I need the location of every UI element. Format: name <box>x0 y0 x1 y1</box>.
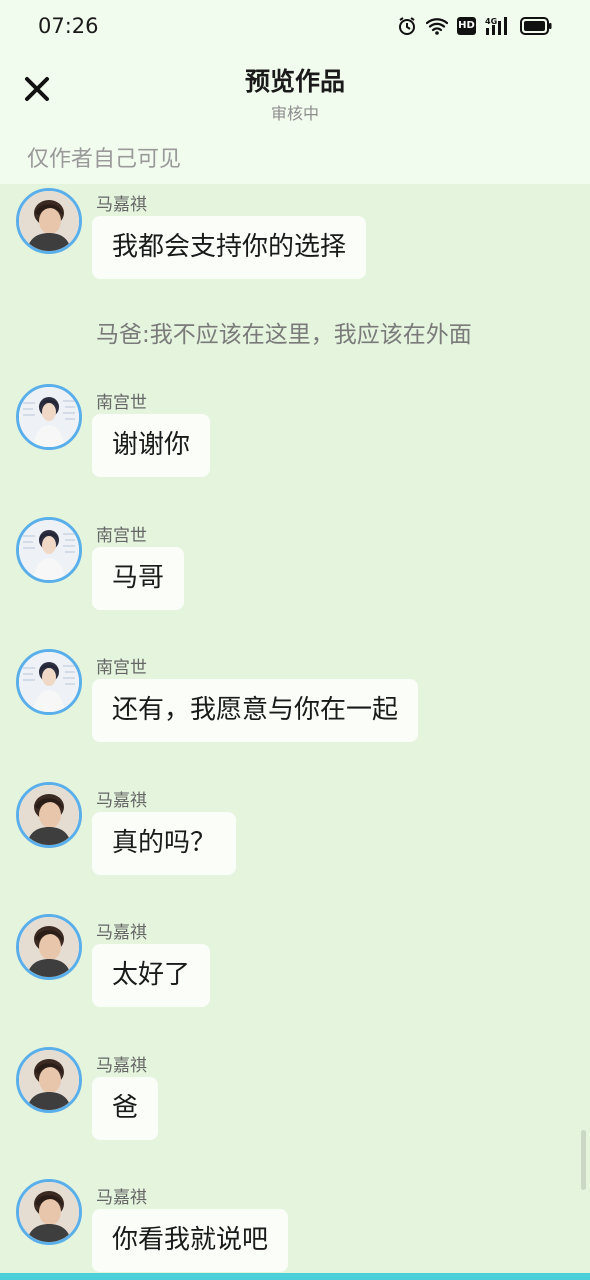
message-bubble[interactable]: 真的吗？ <box>92 812 237 875</box>
bottom-strip <box>0 1273 590 1280</box>
visibility-note: 仅作者自己可见 <box>27 147 182 172</box>
sender-name: 南宫世 <box>96 393 147 413</box>
sender-name: 马嘉祺 <box>96 1188 147 1208</box>
page-title: 预览作品 <box>244 67 345 96</box>
sender-name: 马嘉祺 <box>96 1056 147 1076</box>
chat-list[interactable]: 马嘉祺 我都会支持你的选择 马爸:我不应该在这里，我应该在外面 南宫世 谢谢你 … <box>0 184 590 1280</box>
list-item: 南宫世 还有，我愿意与你在一起 <box>0 647 590 747</box>
alarm-icon <box>397 16 417 36</box>
avatar[interactable] <box>16 649 82 715</box>
status-time: 07:26 <box>38 14 99 38</box>
list-item: 马嘉祺 爸 <box>0 1045 590 1145</box>
message-bubble[interactable]: 你看我就说吧 <box>92 1209 289 1272</box>
narration-item: 马爸:我不应该在这里，我应该在外面 <box>0 184 590 364</box>
list-item: 南宫世 谢谢你 <box>0 382 590 482</box>
avatar[interactable] <box>16 1047 82 1113</box>
status-bar: 07:26 HD 4G <box>0 0 590 52</box>
avatar[interactable] <box>16 517 82 583</box>
avatar[interactable] <box>16 384 82 450</box>
status-icons: HD 4G <box>397 14 552 38</box>
sender-name: 马嘉祺 <box>96 791 147 811</box>
hd-icon: HD <box>457 17 476 35</box>
avatar[interactable] <box>16 914 82 980</box>
sender-name: 南宫世 <box>96 526 147 546</box>
sender-name: 马嘉祺 <box>96 923 147 943</box>
list-item: 马嘉祺 太好了 <box>0 912 590 1012</box>
list-item: 马嘉祺 你看我就说吧 <box>0 1177 590 1277</box>
message-bubble[interactable]: 爸 <box>92 1077 159 1140</box>
narration-text: 马爸:我不应该在这里，我应该在外面 <box>96 322 472 348</box>
avatar[interactable] <box>16 782 82 848</box>
svg-text:4G: 4G <box>485 17 497 26</box>
battery-icon <box>520 17 552 35</box>
wifi-icon <box>426 17 448 35</box>
list-item: 马嘉祺 真的吗？ <box>0 780 590 880</box>
signal-4g-icon: 4G <box>485 16 511 36</box>
header: 预览作品 审核中 仅作者自己可见 <box>0 52 590 184</box>
message-bubble[interactable]: 还有，我愿意与你在一起 <box>92 679 419 742</box>
avatar[interactable] <box>16 1179 82 1245</box>
list-item: 南宫世 马哥 <box>0 515 590 615</box>
message-bubble[interactable]: 太好了 <box>92 944 211 1007</box>
message-bubble[interactable]: 马哥 <box>92 547 185 610</box>
scrollbar[interactable] <box>581 1130 586 1190</box>
review-status: 审核中 <box>270 104 319 123</box>
message-bubble[interactable]: 谢谢你 <box>92 414 211 477</box>
sender-name: 南宫世 <box>96 658 147 678</box>
